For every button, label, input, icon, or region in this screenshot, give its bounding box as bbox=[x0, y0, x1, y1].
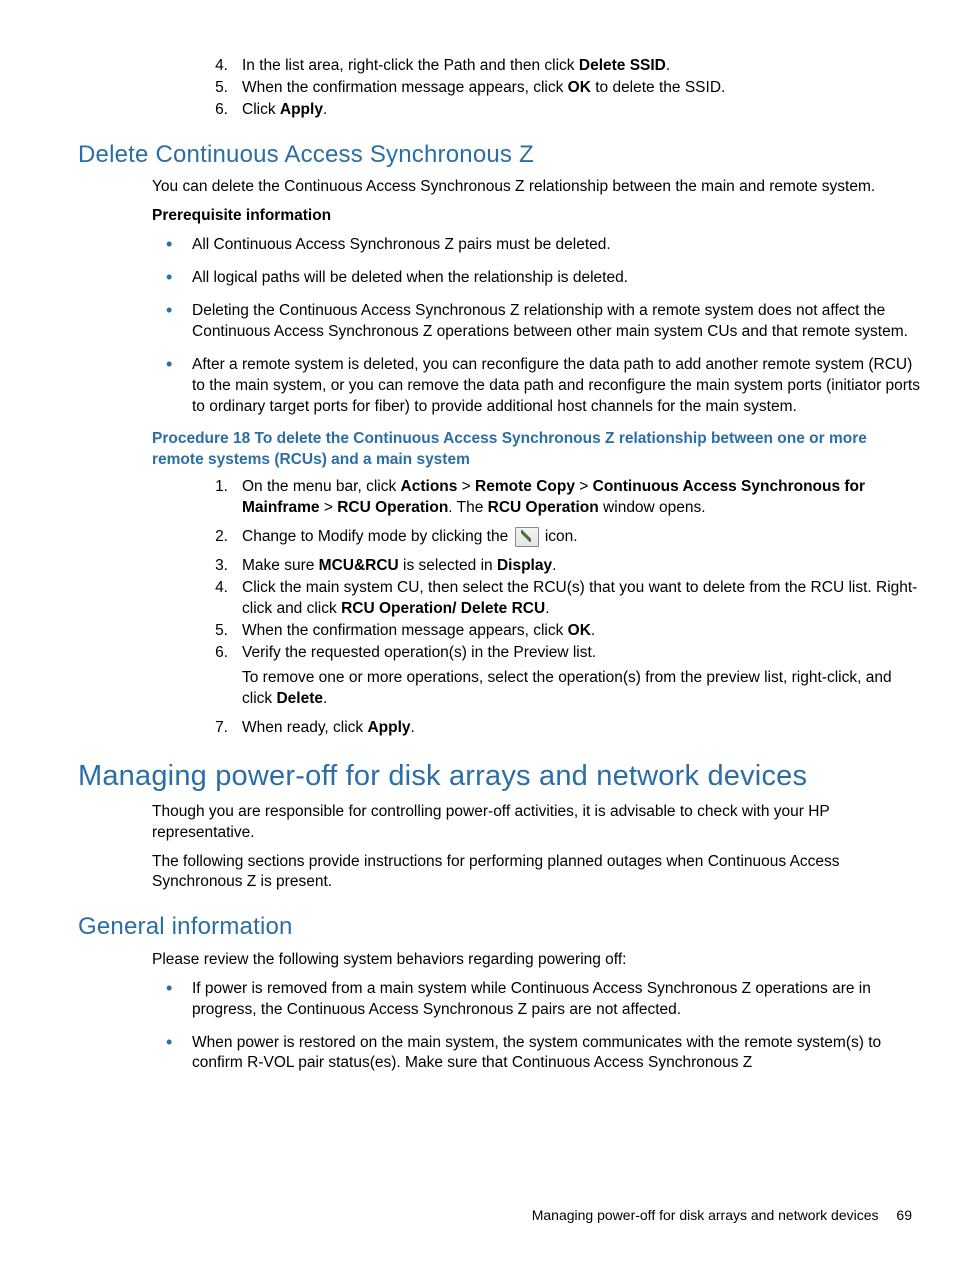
list-text: When the confirmation message appears, c… bbox=[242, 621, 920, 642]
list-number: 6. bbox=[194, 100, 242, 121]
list-number: 5. bbox=[194, 621, 242, 642]
prereq-heading: Prerequisite information bbox=[152, 206, 920, 227]
bullet-list: •All Continuous Access Synchronous Z pai… bbox=[152, 235, 920, 417]
list-item: 5. When the confirmation message appears… bbox=[194, 78, 920, 99]
bullet-icon: • bbox=[152, 268, 192, 289]
list-item: 7. When ready, click Apply. bbox=[194, 718, 920, 739]
list-text: When the confirmation message appears, c… bbox=[242, 78, 920, 99]
list-number: 6. bbox=[194, 643, 242, 710]
bullet-item: •After a remote system is deleted, you c… bbox=[152, 355, 920, 418]
paragraph: The following sections provide instructi… bbox=[152, 852, 920, 894]
bullet-item: •All logical paths will be deleted when … bbox=[152, 268, 920, 289]
list-item: 5. When the confirmation message appears… bbox=[194, 621, 920, 642]
paragraph: Though you are responsible for controlli… bbox=[152, 802, 920, 844]
bullet-icon: • bbox=[152, 355, 192, 418]
list-text: Click the main system CU, then select th… bbox=[242, 578, 920, 620]
bullet-item: •Deleting the Continuous Access Synchron… bbox=[152, 301, 920, 343]
section-heading-general-info: General information bbox=[78, 911, 924, 943]
bullet-item: •All Continuous Access Synchronous Z pai… bbox=[152, 235, 920, 256]
list-number: 4. bbox=[194, 578, 242, 620]
list-item: 1. On the menu bar, click Actions > Remo… bbox=[194, 477, 920, 519]
list-item: 6. Click Apply. bbox=[194, 100, 920, 121]
intro-continued-list: 4. In the list area, right-click the Pat… bbox=[78, 56, 924, 121]
list-text: Click Apply. bbox=[242, 100, 920, 121]
list-item: 6. Verify the requested operation(s) in … bbox=[194, 643, 920, 710]
bullet-item: •If power is removed from a main system … bbox=[152, 979, 920, 1021]
list-number: 1. bbox=[194, 477, 242, 519]
list-number: 5. bbox=[194, 78, 242, 99]
list-number: 7. bbox=[194, 718, 242, 739]
bullet-list: •If power is removed from a main system … bbox=[152, 979, 920, 1075]
list-text: Verify the requested operation(s) in the… bbox=[242, 643, 920, 710]
page-footer: Managing power-off for disk arrays and n… bbox=[532, 1206, 912, 1225]
bullet-icon: • bbox=[152, 1033, 192, 1075]
list-text: In the list area, right-click the Path a… bbox=[242, 56, 920, 77]
modify-mode-icon bbox=[515, 527, 539, 547]
list-number: 4. bbox=[194, 56, 242, 77]
list-text: On the menu bar, click Actions > Remote … bbox=[242, 477, 920, 519]
paragraph: You can delete the Continuous Access Syn… bbox=[152, 177, 920, 198]
list-number: 3. bbox=[194, 556, 242, 577]
document-page: 4. In the list area, right-click the Pat… bbox=[0, 0, 954, 1271]
paragraph: Please review the following system behav… bbox=[152, 950, 920, 971]
list-text: Change to Modify mode by clicking the ic… bbox=[242, 527, 920, 548]
list-number: 2. bbox=[194, 527, 242, 548]
list-text: Make sure MCU&RCU is selected in Display… bbox=[242, 556, 920, 577]
procedure-title: Procedure 18 To delete the Continuous Ac… bbox=[152, 429, 920, 471]
list-item: 2. Change to Modify mode by clicking the… bbox=[194, 527, 920, 548]
page-number: 69 bbox=[896, 1207, 912, 1223]
list-text: When ready, click Apply. bbox=[242, 718, 920, 739]
bullet-icon: • bbox=[152, 235, 192, 256]
list-item: 3. Make sure MCU&RCU is selected in Disp… bbox=[194, 556, 920, 577]
bullet-icon: • bbox=[152, 979, 192, 1021]
list-item: 4. Click the main system CU, then select… bbox=[194, 578, 920, 620]
footer-text: Managing power-off for disk arrays and n… bbox=[532, 1207, 879, 1223]
bullet-item: •When power is restored on the main syst… bbox=[152, 1033, 920, 1075]
bullet-icon: • bbox=[152, 301, 192, 343]
section-heading-delete-caz: Delete Continuous Access Synchronous Z bbox=[78, 139, 924, 171]
list-item: 4. In the list area, right-click the Pat… bbox=[194, 56, 920, 77]
section-heading-poweroff: Managing power-off for disk arrays and n… bbox=[78, 757, 924, 796]
